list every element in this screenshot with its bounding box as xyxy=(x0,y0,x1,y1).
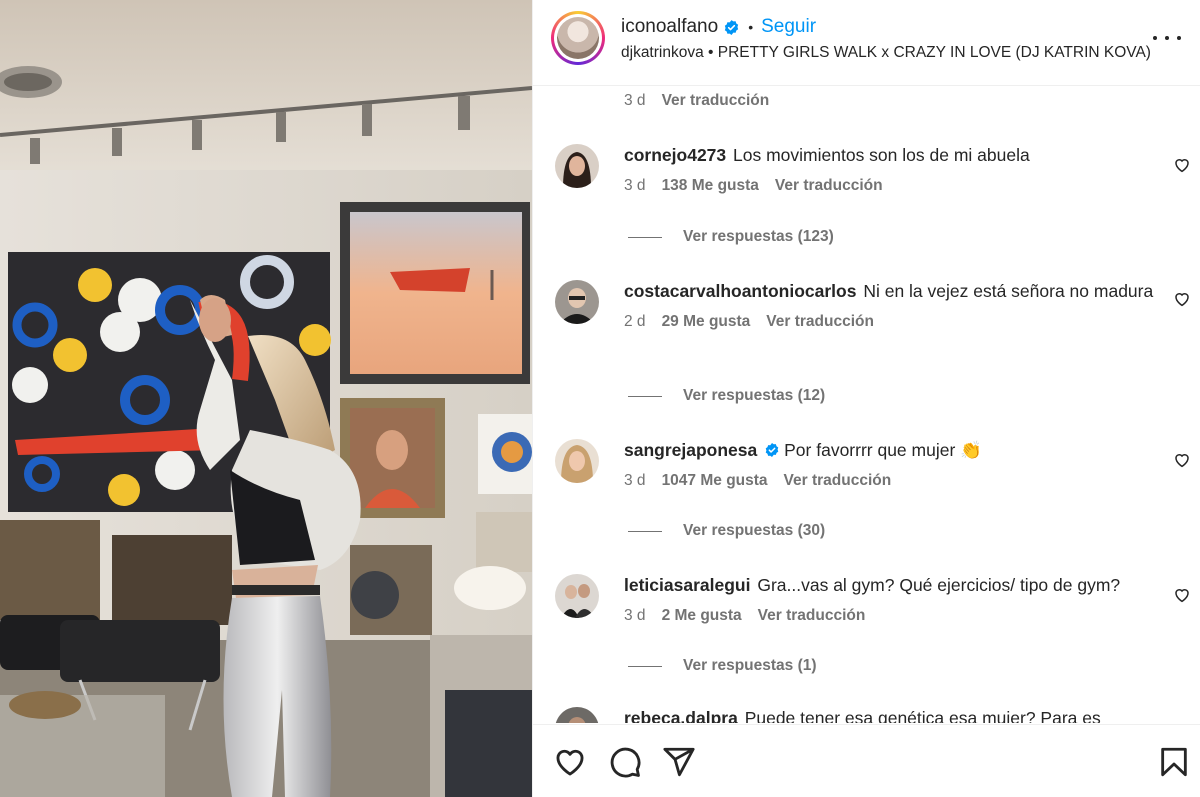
comment-text-line: costacarvalhoantoniocarlos Ni en la veje… xyxy=(624,280,1154,303)
author-line: iconoalfano • Seguir xyxy=(621,16,816,38)
view-replies-label: Ver respuestas (12) xyxy=(683,387,826,404)
comment-text: Ni en la vejez está señora no madura xyxy=(863,281,1154,301)
previous-comment-meta: 3 d Ver traducción xyxy=(624,92,769,110)
commenter-avatar[interactable] xyxy=(555,144,599,188)
comment-icon[interactable] xyxy=(608,745,642,779)
comment-time: 3 d xyxy=(624,92,646,109)
header-separator: • xyxy=(748,19,754,35)
comment-username[interactable]: rebeca.dalpra xyxy=(624,708,738,723)
author-username[interactable]: iconoalfano xyxy=(621,16,718,38)
comment-username[interactable]: sangrejaponesa xyxy=(624,440,757,460)
comment-time: 3 d xyxy=(624,607,646,624)
more-options-icon[interactable] xyxy=(1153,28,1181,48)
comment-meta: 3 d 2 Me gusta Ver traducción xyxy=(624,607,1154,625)
comment-time: 2 d xyxy=(624,313,646,330)
comment-text-line: cornejo4273 Los movimientos son los de m… xyxy=(624,144,1154,167)
comment-meta: 3 d 1047 Me gusta Ver traducción xyxy=(624,472,1154,490)
verified-badge-icon xyxy=(765,443,779,457)
verified-badge-icon xyxy=(725,19,739,35)
comments-list[interactable]: 3 d Ver traducción cornejo4273 Los movim… xyxy=(533,87,1200,723)
commenter-avatar[interactable] xyxy=(555,707,599,723)
comment-meta: 3 d 138 Me gusta Ver traducción xyxy=(624,177,1154,195)
comment-like-heart-icon[interactable] xyxy=(1173,451,1191,469)
comment-text-line: leticiasaralegui Gra...vas al gym? Qué e… xyxy=(624,574,1154,597)
comment-text: Por favorrrr que mujer 👏 xyxy=(784,440,982,460)
commenter-avatar[interactable] xyxy=(555,439,599,483)
author-avatar[interactable] xyxy=(551,11,605,65)
post-sidebar: iconoalfano • Seguir djkatrinkova • PRET… xyxy=(532,0,1200,797)
view-replies-button[interactable]: Ver respuestas (1) xyxy=(628,657,817,675)
comment-text: Los movimientos son los de mi abuela xyxy=(733,145,1030,165)
view-replies-button[interactable]: Ver respuestas (123) xyxy=(628,228,834,246)
comment-text-line: rebeca.dalpra Puede tener esa genética e… xyxy=(624,707,1154,723)
comment-like-heart-icon[interactable] xyxy=(1173,156,1191,174)
commenter-avatar[interactable] xyxy=(555,280,599,324)
bookmark-icon[interactable] xyxy=(1157,745,1191,779)
comment-meta: 2 d 29 Me gusta Ver traducción xyxy=(624,313,1154,331)
translate-link[interactable]: Ver traducción xyxy=(775,177,883,195)
comment-username[interactable]: costacarvalhoantoniocarlos xyxy=(624,281,856,301)
post-header: iconoalfano • Seguir djkatrinkova • PRET… xyxy=(533,0,1200,86)
view-replies-button[interactable]: Ver respuestas (12) xyxy=(628,387,825,405)
commenter-avatar[interactable] xyxy=(555,574,599,618)
share-icon[interactable] xyxy=(662,745,696,779)
comment-likes[interactable]: 2 Me gusta xyxy=(662,607,742,625)
comment-text-line: sangrejaponesa Por favorrrr que mujer 👏 xyxy=(624,439,1154,462)
reel-video[interactable] xyxy=(0,0,532,797)
audio-attribution[interactable]: djkatrinkova • PRETTY GIRLS WALK x CRAZY… xyxy=(621,44,1151,62)
comment-text: Gra...vas al gym? Qué ejercicios/ tipo d… xyxy=(757,575,1121,595)
view-replies-label: Ver respuestas (30) xyxy=(683,522,826,539)
action-bar xyxy=(533,724,1200,797)
view-replies-label: Ver respuestas (1) xyxy=(683,657,817,674)
follow-button[interactable]: Seguir xyxy=(761,16,816,38)
comment-likes[interactable]: 1047 Me gusta xyxy=(662,472,768,490)
comment-likes[interactable]: 29 Me gusta xyxy=(662,313,751,331)
comment-text: Puede tener esa genética esa mujer? Para… xyxy=(744,708,1101,723)
comment-like-heart-icon[interactable] xyxy=(1173,290,1191,308)
translate-link[interactable]: Ver traducción xyxy=(662,92,770,110)
translate-link[interactable]: Ver traducción xyxy=(758,607,866,625)
view-replies-label: Ver respuestas (123) xyxy=(683,228,834,245)
translate-link[interactable]: Ver traducción xyxy=(784,472,892,490)
comment-time: 3 d xyxy=(624,472,646,489)
comment-username[interactable]: leticiasaralegui xyxy=(624,575,750,595)
comment-username[interactable]: cornejo4273 xyxy=(624,145,726,165)
view-replies-button[interactable]: Ver respuestas (30) xyxy=(628,522,825,540)
video-frame-image xyxy=(0,0,532,797)
heart-icon[interactable] xyxy=(553,745,587,779)
comment-like-heart-icon[interactable] xyxy=(1173,586,1191,604)
comment-time: 3 d xyxy=(624,177,646,194)
translate-link[interactable]: Ver traducción xyxy=(766,313,874,331)
comment-likes[interactable]: 138 Me gusta xyxy=(662,177,759,195)
